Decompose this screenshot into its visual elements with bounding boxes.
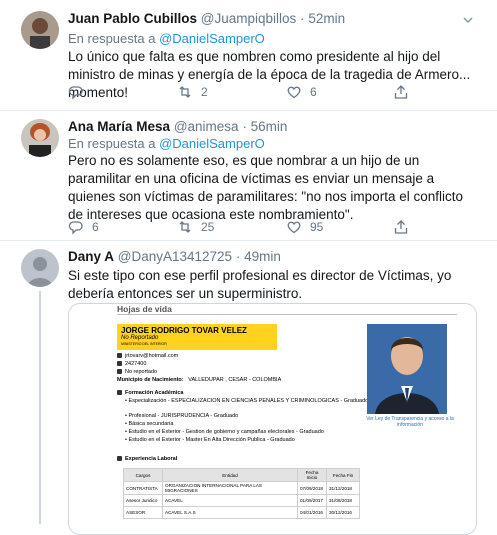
doc-person-name: JORGE RODRIGO TOVAR VELEZ bbox=[121, 326, 247, 335]
doc-formation-heading: Formación Académica bbox=[117, 390, 183, 396]
avatar[interactable] bbox=[21, 11, 59, 49]
profile-photo bbox=[367, 324, 447, 414]
separator: · bbox=[235, 249, 241, 264]
tweet-text: Pero no es solamente eso, es que nombrar… bbox=[68, 153, 463, 222]
doc-formation-item: • Básica secundaria bbox=[125, 421, 174, 427]
doc-birthplace: VALLEDUPAR , CESAR - COLOMBIA bbox=[188, 377, 282, 383]
retweet-count: 2 bbox=[201, 85, 208, 99]
doc-status: No Reportado bbox=[121, 335, 159, 341]
doc-email: jrtovarv@hotmail.com bbox=[125, 353, 179, 359]
timestamp[interactable]: 49min bbox=[244, 249, 281, 264]
doc-entity: MINISTERIO DEL INTERIOR bbox=[121, 342, 167, 346]
retweet-icon bbox=[179, 86, 191, 98]
avatar[interactable] bbox=[21, 119, 59, 157]
doc-formation-item: • Estudio en el Exterior - Gestion de go… bbox=[125, 429, 324, 435]
photo-caption-link[interactable]: Ver Ley de Transparencia y acceso a la i… bbox=[365, 416, 455, 428]
thread-line bbox=[39, 291, 41, 524]
retweet-icon bbox=[179, 221, 191, 233]
tweet-actions: 6 25 95 bbox=[68, 218, 418, 236]
mail-icon bbox=[117, 353, 122, 359]
reply-icon bbox=[68, 221, 83, 235]
doc-formation-item: • Estudio en el Exterior - Master En Alt… bbox=[125, 437, 295, 443]
tweet-media-card[interactable]: Hojas de vida JORGE RODRIGO TOVAR VELEZ … bbox=[68, 303, 477, 535]
reply-icon bbox=[68, 86, 83, 100]
table-row: ASESOR ACAVEL S.A.S 04/01/2016 30/12/2016 bbox=[123, 506, 360, 519]
like-count: 6 bbox=[310, 85, 317, 99]
share-icon bbox=[394, 85, 408, 99]
cv-document-image: Hojas de vida JORGE RODRIGO TOVAR VELEZ … bbox=[69, 304, 476, 534]
retweet-button[interactable]: 2 bbox=[177, 83, 208, 101]
doc-heading: Hojas de vida bbox=[117, 304, 172, 314]
retweet-button[interactable]: 25 bbox=[177, 218, 214, 236]
tweet-1[interactable]: Juan Pablo Cubillos @Juampiqbillos · 52m… bbox=[0, 0, 497, 111]
separator: · bbox=[300, 11, 305, 26]
timestamp[interactable]: 56min bbox=[251, 119, 288, 134]
table-header-row: Cargos Entidad Fecha Inicio Fecha Fin bbox=[123, 468, 360, 482]
tweet-2[interactable]: Ana María Mesa @animesa · 56min En respu… bbox=[0, 111, 497, 241]
doc-phone: 2427400 bbox=[125, 361, 147, 367]
doc-birthplace-row: Municipio de Nacimiento: VALLEDUPAR , CE… bbox=[117, 377, 281, 383]
reply-count: 6 bbox=[92, 220, 99, 234]
chevron-down-icon[interactable] bbox=[461, 13, 475, 27]
timestamp[interactable]: 52min bbox=[308, 11, 345, 26]
reply-button[interactable]: 6 bbox=[68, 218, 99, 236]
like-count: 95 bbox=[310, 220, 324, 234]
reply-context: En respuesta a @DanielSamperO bbox=[68, 136, 265, 151]
contact-icon bbox=[117, 369, 122, 375]
table-row: CONTRATISTA ORGANIZACION INTERNACIONAL PA… bbox=[123, 481, 360, 495]
author-handle[interactable]: @animesa bbox=[174, 119, 239, 134]
doc-other: No reportado bbox=[125, 369, 158, 375]
separator: · bbox=[242, 119, 247, 134]
like-button[interactable]: 95 bbox=[286, 218, 323, 236]
retweet-count: 25 bbox=[201, 220, 215, 234]
phone-icon bbox=[117, 361, 122, 367]
name-banner: JORGE RODRIGO TOVAR VELEZ No Reportado M… bbox=[117, 324, 277, 350]
author-handle[interactable]: @Juampiqbillos bbox=[201, 11, 297, 26]
author-name[interactable]: Ana María Mesa bbox=[68, 119, 170, 134]
avatar[interactable] bbox=[21, 249, 59, 287]
author-handle[interactable]: @DanyA13412725 bbox=[118, 249, 232, 264]
tweet-text: Si este tipo con ese perfil profesional … bbox=[68, 268, 452, 301]
table-row: Asesor Juridico ACAVEL 01/09/2017 31/08/201… bbox=[123, 494, 360, 507]
doc-formation-item: • Profesional - JURISPRUDENCIA - Graduad… bbox=[125, 413, 239, 419]
doc-other-row: No reportado bbox=[117, 369, 157, 375]
tweet-actions: 2 6 bbox=[68, 83, 418, 101]
reply-context: En respuesta a @DanielSamperO bbox=[68, 31, 265, 46]
heart-icon bbox=[287, 86, 301, 99]
share-icon bbox=[394, 220, 408, 234]
doc-birthplace-label: Municipio de Nacimiento: bbox=[117, 377, 184, 383]
reply-mention-link[interactable]: @DanielSamperO bbox=[159, 31, 265, 46]
doc-formation-item: • Especialización - ESPECIALIZACION EN C… bbox=[125, 398, 369, 404]
experience-table: Cargos Entidad Fecha Inicio Fecha Fin CO… bbox=[123, 468, 360, 519]
heart-icon bbox=[287, 221, 301, 234]
author-name[interactable]: Dany A bbox=[68, 249, 114, 264]
reply-prefix: En respuesta a bbox=[68, 31, 156, 46]
education-icon bbox=[117, 390, 122, 396]
doc-email-row: jrtovarv@hotmail.com bbox=[117, 353, 178, 359]
share-button[interactable] bbox=[393, 83, 409, 101]
doc-experience-heading: Experiencia Laboral bbox=[117, 456, 177, 462]
like-button[interactable]: 6 bbox=[286, 83, 317, 101]
briefcase-icon bbox=[117, 456, 122, 462]
reply-button[interactable] bbox=[68, 83, 92, 101]
divider bbox=[117, 314, 457, 315]
share-button[interactable] bbox=[393, 218, 409, 236]
reply-prefix: En respuesta a bbox=[68, 136, 156, 151]
doc-phone-row: 2427400 bbox=[117, 361, 146, 367]
reply-mention-link[interactable]: @DanielSamperO bbox=[159, 136, 265, 151]
author-name[interactable]: Juan Pablo Cubillos bbox=[68, 11, 197, 26]
